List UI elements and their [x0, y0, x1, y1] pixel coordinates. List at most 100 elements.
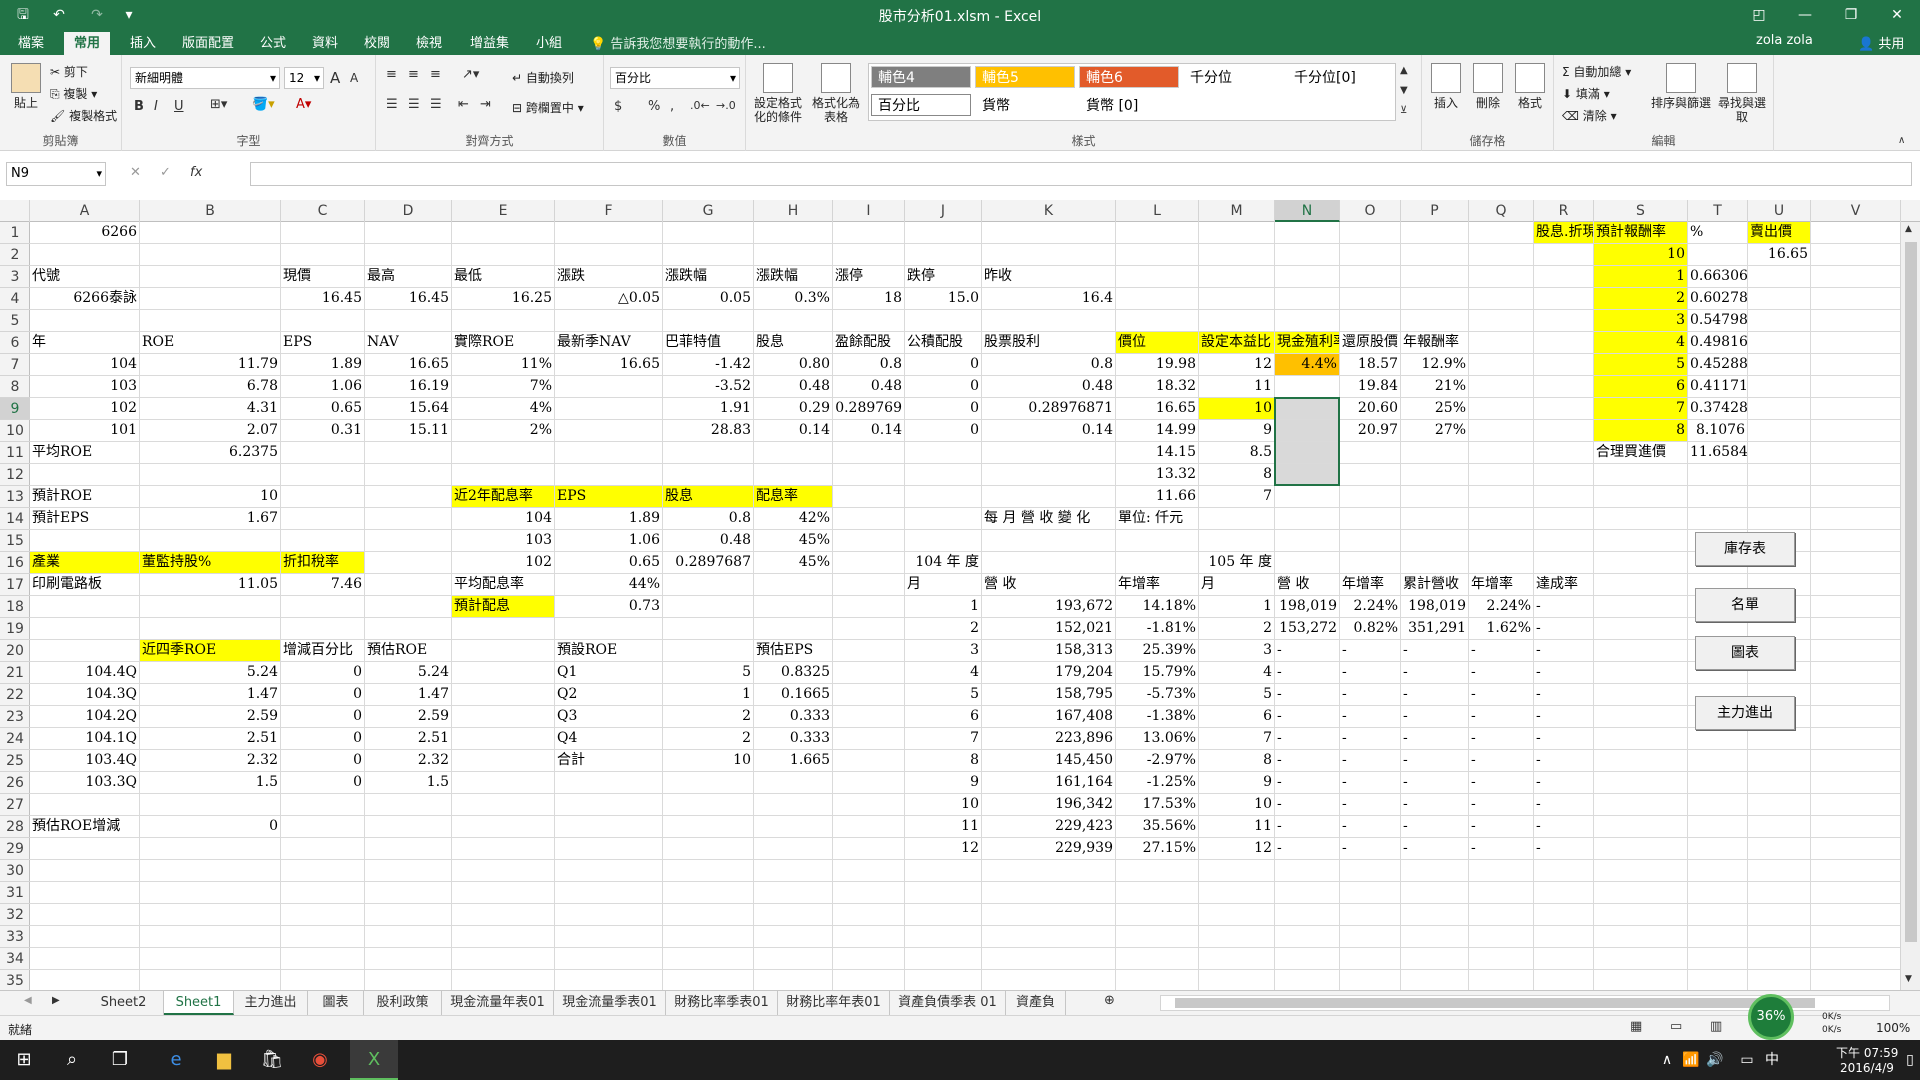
sheet-tab[interactable]: 資產負債季表 01 — [890, 991, 1006, 1015]
excel-taskbar-icon[interactable]: X — [350, 1040, 398, 1080]
cell-d4[interactable]: 16.45 — [365, 288, 451, 309]
cell-n6[interactable]: 現金殖利率 — [1275, 332, 1339, 353]
row-header[interactable]: 24 — [0, 728, 30, 750]
sheet-tab[interactable]: 圖表 — [308, 991, 364, 1015]
cpu-meter[interactable]: 36% — [1748, 994, 1794, 1040]
cell-n24[interactable]: - — [1275, 728, 1339, 749]
cell-g9[interactable]: 1.91 — [663, 398, 753, 419]
cell-a1[interactable]: 6266 — [30, 222, 139, 243]
cell-h20[interactable]: 預估EPS — [754, 640, 904, 661]
enter-icon[interactable]: ✓ — [160, 165, 171, 180]
cell-i9[interactable]: 0.289769 — [833, 398, 904, 419]
cell-p18[interactable]: 198,019 — [1401, 596, 1468, 617]
cell-p22[interactable]: - — [1401, 684, 1468, 705]
cell-d6[interactable]: NAV — [365, 332, 451, 353]
zoom-level[interactable]: 100% — [1876, 1021, 1910, 1035]
cell-f15[interactable]: 1.06 — [555, 530, 662, 551]
cell-e9[interactable]: 4% — [452, 398, 554, 419]
column-header[interactable]: N — [1275, 200, 1340, 222]
prev-sheet-icon[interactable]: ◀ — [24, 995, 32, 1006]
cell-p9[interactable]: 25% — [1401, 398, 1468, 419]
cell-j21[interactable]: 4 — [905, 662, 981, 683]
cell-t8[interactable]: 0.41171 — [1688, 376, 1747, 397]
cell-q28[interactable]: - — [1469, 816, 1533, 837]
conditional-formatting-button[interactable]: 設定格式化的條件 — [750, 63, 806, 124]
cell-l12[interactable]: 13.32 — [1116, 464, 1198, 485]
insert-cells-button[interactable]: 插入 — [1426, 63, 1466, 110]
cell-d23[interactable]: 2.59 — [365, 706, 451, 727]
cell-s7[interactable]: 5 — [1594, 354, 1687, 375]
row-header[interactable]: 13 — [0, 486, 30, 508]
cancel-icon[interactable]: ✕ — [130, 165, 141, 180]
cell-e3[interactable]: 最低 — [452, 266, 554, 287]
cell-p7[interactable]: 12.9% — [1401, 354, 1468, 375]
column-header[interactable]: F — [555, 200, 663, 222]
cell-s6[interactable]: 4 — [1594, 332, 1687, 353]
cell-h25[interactable]: 1.665 — [754, 750, 832, 771]
cell-d21[interactable]: 5.24 — [365, 662, 451, 683]
row-header[interactable]: 17 — [0, 574, 30, 596]
cell-a10[interactable]: 101 — [30, 420, 139, 441]
cell-p24[interactable]: - — [1401, 728, 1468, 749]
edge-icon[interactable]: e — [152, 1040, 200, 1080]
cell-g24[interactable]: 2 — [663, 728, 753, 749]
column-header[interactable]: J — [905, 200, 982, 222]
row-header[interactable]: 2 — [0, 244, 30, 266]
tell-me-search[interactable]: 💡 告訴我您想要執行的動作... — [590, 33, 766, 52]
cell-e18[interactable]: 預計配息 — [452, 596, 554, 617]
cell-j8[interactable]: 0 — [905, 376, 981, 397]
column-header[interactable]: V — [1811, 200, 1901, 222]
style-comma0[interactable]: 千分位[0] — [1287, 66, 1387, 88]
cell-m25[interactable]: 8 — [1199, 750, 1274, 771]
cell-m7[interactable]: 12 — [1199, 354, 1274, 375]
cell-f7[interactable]: 16.65 — [555, 354, 662, 375]
row-header[interactable]: 9 — [0, 398, 30, 420]
cell-q19[interactable]: 1.62% — [1469, 618, 1533, 639]
bold-icon[interactable]: B — [134, 99, 144, 114]
cell-o17[interactable]: 年增率 — [1340, 574, 1400, 595]
cell-j3[interactable]: 跌停 — [905, 266, 981, 287]
cell-b20[interactable]: 近四季ROE — [140, 640, 280, 661]
cell-m17[interactable]: 月 — [1199, 574, 1274, 595]
network-icon[interactable]: 📶 — [1680, 1040, 1702, 1080]
cell-i10[interactable]: 0.14 — [833, 420, 904, 441]
cell-g4[interactable]: 0.05 — [663, 288, 753, 309]
cell-o27[interactable]: - — [1340, 794, 1400, 815]
cell-a21[interactable]: 104.4Q — [30, 662, 139, 683]
cell-m27[interactable]: 10 — [1199, 794, 1274, 815]
cell-e4[interactable]: 16.25 — [452, 288, 554, 309]
cell-s3[interactable]: 1 — [1594, 266, 1687, 287]
column-header[interactable]: H — [754, 200, 833, 222]
cell-a22[interactable]: 104.3Q — [30, 684, 139, 705]
column-header[interactable]: M — [1199, 200, 1275, 222]
cell-o29[interactable]: - — [1340, 838, 1400, 859]
decrease-decimal-icon[interactable]: →.0 — [716, 99, 736, 112]
tab-insert[interactable]: 插入 — [120, 32, 166, 55]
style-percent[interactable]: 百分比 — [871, 94, 971, 116]
cell-b16[interactable]: 董監持股% — [140, 552, 280, 573]
align-center-icon[interactable]: ☰ — [408, 97, 420, 112]
cell-f6[interactable]: 最新季NAV — [555, 332, 662, 353]
cell-h6[interactable]: 股息 — [754, 332, 832, 353]
cell-f18[interactable]: 0.73 — [555, 596, 662, 617]
cell-o25[interactable]: - — [1340, 750, 1400, 771]
cell-j6[interactable]: 公積配股 — [905, 332, 981, 353]
tab-formulas[interactable]: 公式 — [250, 32, 296, 55]
cell-o6[interactable]: 還原股價 — [1340, 332, 1400, 353]
cell-j7[interactable]: 0 — [905, 354, 981, 375]
cell-k8[interactable]: 0.48 — [982, 376, 1115, 397]
main-force-button[interactable]: 主力進出 — [1695, 696, 1795, 730]
tab-file[interactable]: 檔案 — [8, 32, 54, 55]
column-header[interactable]: L — [1116, 200, 1199, 222]
cell-g16[interactable]: 0.2897687 — [663, 552, 753, 573]
cell-k28[interactable]: 229,423 — [982, 816, 1115, 837]
cell-q24[interactable]: - — [1469, 728, 1533, 749]
paste-button[interactable]: 貼上 — [6, 63, 46, 110]
cell-a14[interactable]: 預計EPS — [30, 508, 139, 529]
cell-k18[interactable]: 193,672 — [982, 596, 1115, 617]
cell-d7[interactable]: 16.65 — [365, 354, 451, 375]
cell-q27[interactable]: - — [1469, 794, 1533, 815]
cell-k4[interactable]: 16.4 — [982, 288, 1115, 309]
cell-r29[interactable]: - — [1534, 838, 1810, 859]
cell-f25[interactable]: 合計 — [555, 750, 662, 771]
